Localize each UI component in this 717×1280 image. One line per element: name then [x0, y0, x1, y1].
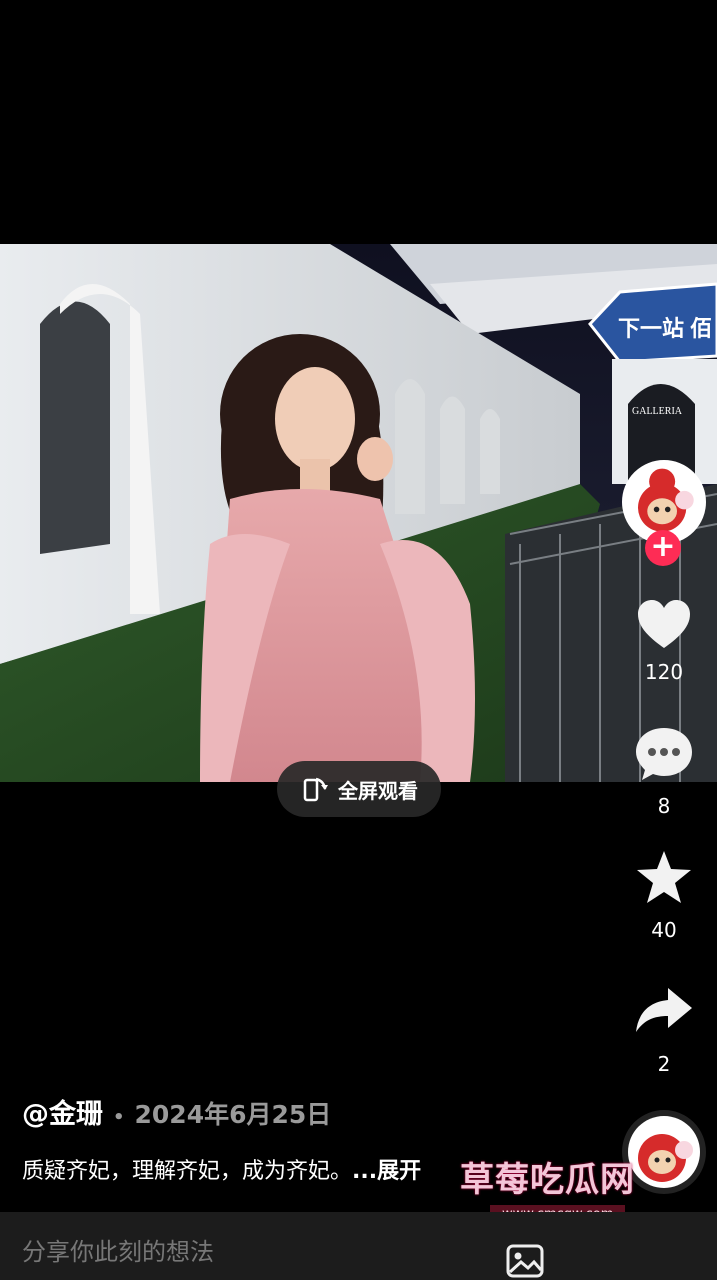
post-meta: @金珊 • 2024年6月25日 — [22, 1092, 331, 1131]
post-date: 2024年6月25日 — [134, 1100, 332, 1129]
comment-icon — [636, 728, 692, 780]
expand-more[interactable]: ...展开 — [352, 1159, 421, 1184]
favorite-button[interactable]: 40 — [628, 848, 700, 942]
comment-count: 8 — [657, 794, 671, 818]
author-name[interactable]: @金珊 — [22, 1099, 103, 1130]
image-picker-icon[interactable] — [506, 1244, 544, 1278]
watermark-title: 草莓吃瓜网 — [460, 1160, 635, 1200]
follow-button[interactable]: + — [645, 530, 681, 566]
gate-text: GALLERIA — [632, 406, 683, 417]
video-frame-image: 下一站 佰 GALLERIA — [0, 244, 717, 782]
video-player[interactable]: 下一站 佰 GALLERIA — [0, 244, 717, 782]
heart-icon — [638, 600, 690, 648]
comment-button[interactable]: 8 — [628, 724, 700, 818]
caption-text: 质疑齐妃，理解齐妃，成为齐妃。 — [22, 1159, 353, 1184]
post-caption[interactable]: 质疑齐妃，理解齐妃，成为齐妃。...展开 — [22, 1153, 421, 1185]
fullscreen-rotate-icon — [303, 777, 328, 802]
comment-bar — [0, 1212, 717, 1280]
separator-dot: • — [113, 1107, 125, 1128]
share-arrow-icon — [636, 988, 692, 1032]
share-count: 2 — [657, 1052, 671, 1076]
sign-text: 下一站 佰 — [618, 316, 712, 341]
fullscreen-button[interactable]: 全屏观看 — [277, 761, 441, 817]
comment-input[interactable] — [22, 1238, 462, 1266]
star-icon — [637, 851, 691, 903]
favorite-count: 40 — [651, 918, 677, 942]
fullscreen-label: 全屏观看 — [338, 778, 418, 803]
like-button[interactable]: 120 — [628, 596, 700, 684]
share-button[interactable]: 2 — [628, 982, 700, 1076]
like-count: 120 — [644, 660, 684, 684]
